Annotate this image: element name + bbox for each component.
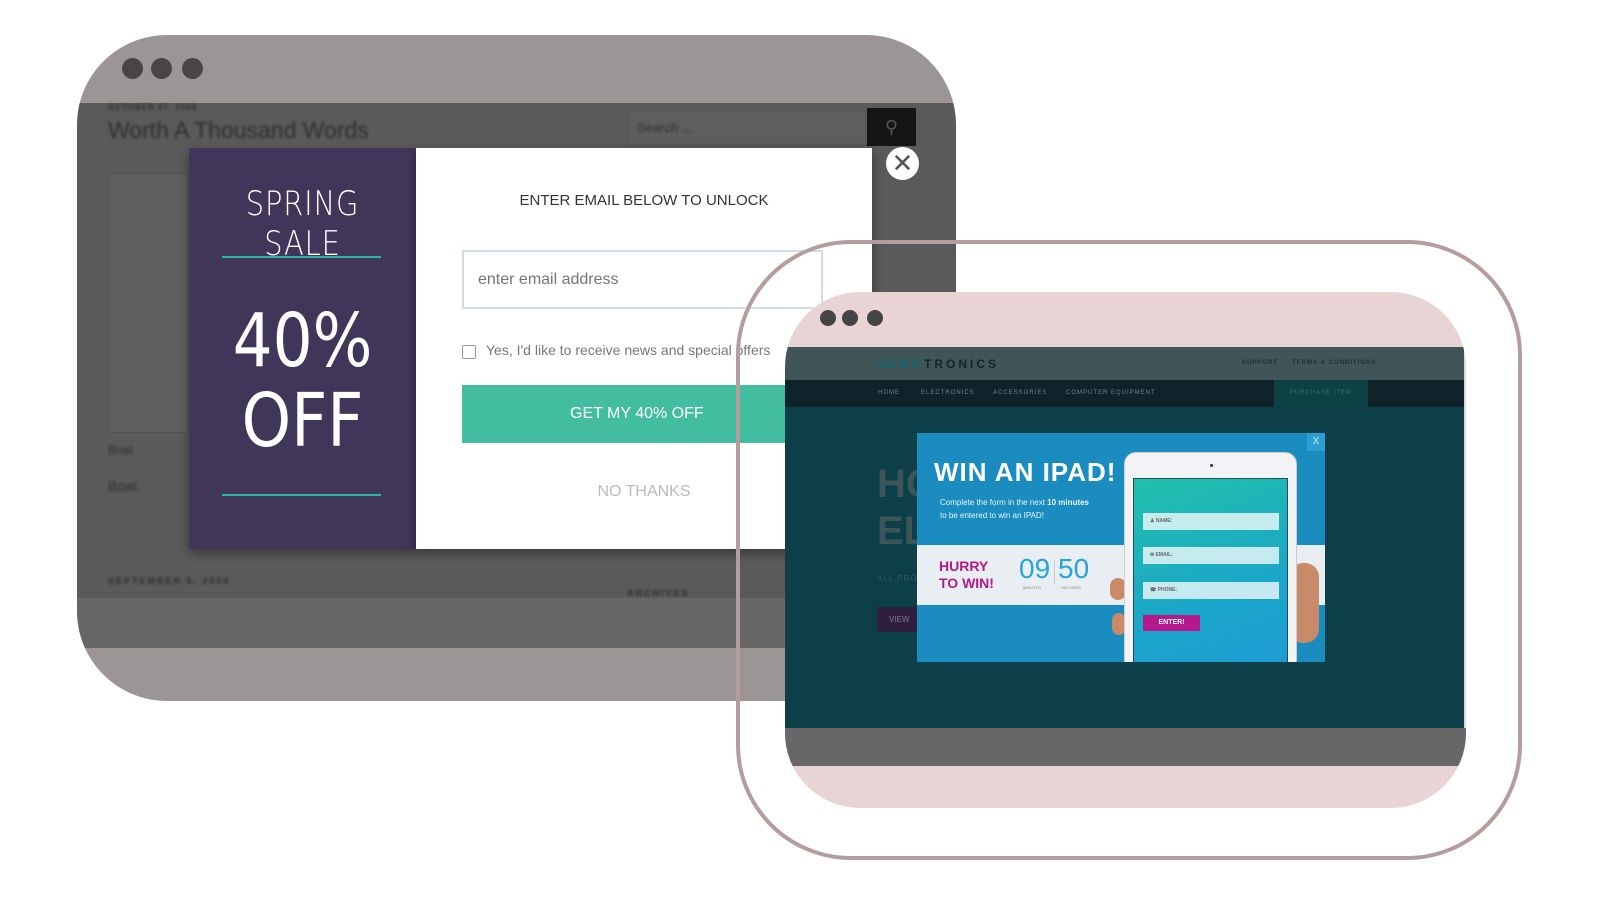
popup-description: Complete the form in the next 10 minutes… <box>940 498 1089 520</box>
sale-panel: SPRING SALE 40% OFF <box>189 148 416 549</box>
ipad-giveaway-popup: WIN AN IPAD! Complete the form in the ne… <box>917 433 1325 662</box>
name-field[interactable]: ♟ NAME: <box>1143 513 1279 530</box>
minutes-value: 09 <box>1019 553 1051 584</box>
nav-electronics[interactable]: ELECTRONICS <box>921 390 975 396</box>
window-dot <box>151 58 172 79</box>
seconds-value: 50 <box>1058 553 1090 584</box>
discount-percent: 40% <box>232 298 373 384</box>
seconds-label: SECONDS <box>1061 585 1081 590</box>
post-date: SEPTEMBER 5, 2008 <box>108 576 231 586</box>
archives-heading: ARCHIVES <box>627 588 690 598</box>
window-dot <box>867 310 883 326</box>
window-dot <box>820 310 836 326</box>
unlock-prompt: ENTER EMAIL BELOW TO UNLOCK <box>519 192 769 209</box>
enter-button[interactable]: ENTER! <box>1143 615 1200 631</box>
brand-logo[interactable]: OLEGTRONICS <box>878 357 999 371</box>
hero-subtitle: ALL PRO <box>877 574 918 583</box>
nav-computer-equipment[interactable]: COMPUTER EQUIPMENT <box>1066 390 1156 396</box>
discount-off: OFF <box>241 378 364 464</box>
view-button[interactable]: VIEW <box>877 607 922 632</box>
newsletter-label: Yes, I'd like to receive news and specia… <box>486 342 771 358</box>
terms-link[interactable]: TERMS & CONDITIONS <box>1292 360 1376 366</box>
popup-title: WIN AN IPAD! <box>934 457 1117 487</box>
post-date: OCTOBER 27, 2008 <box>108 103 198 112</box>
hurry-text: HURRY TO WIN! <box>939 558 994 591</box>
caption: Boat <box>108 443 133 457</box>
divider <box>222 256 381 258</box>
email-field[interactable]: ✉ EMAIL: <box>1143 547 1279 564</box>
divider <box>222 494 381 496</box>
caption: Boat. <box>108 478 141 494</box>
minutes-label: MINUTES <box>1023 585 1041 590</box>
site-nav: HOME ELECTRONICS ACCESSORIES COMPUTER EQ… <box>785 380 1464 407</box>
nav-home[interactable]: HOME <box>878 390 900 396</box>
nav-accessories[interactable]: ACCESSORIES <box>993 390 1047 396</box>
newsletter-checkbox[interactable] <box>462 345 476 359</box>
close-icon[interactable]: ✕ <box>886 147 919 180</box>
close-icon[interactable]: X <box>1307 433 1325 451</box>
ipad-image: ♟ NAME: ✉ EMAIL: ☎ PHONE: ENTER! <box>1124 452 1297 662</box>
sale-headline: SPRING SALE <box>245 184 360 264</box>
window-dot <box>182 58 203 79</box>
support-link[interactable]: SUPPORT <box>1242 360 1278 366</box>
post-title: Worth A Thousand Words <box>108 117 369 143</box>
window-dot <box>842 310 858 326</box>
search-icon[interactable]: ⚲ <box>867 108 916 146</box>
ipad-screen: ♟ NAME: ✉ EMAIL: ☎ PHONE: ENTER! <box>1133 478 1288 662</box>
phone-field[interactable]: ☎ PHONE: <box>1143 582 1279 599</box>
site-header: OLEGTRONICS SUPPORT TERMS & CONDITIONS <box>785 347 1464 380</box>
purchase-item-button[interactable]: PURCHASE ITEM <box>1274 380 1368 407</box>
search-input[interactable]: Search ... <box>637 120 693 135</box>
window-dot <box>122 58 143 79</box>
